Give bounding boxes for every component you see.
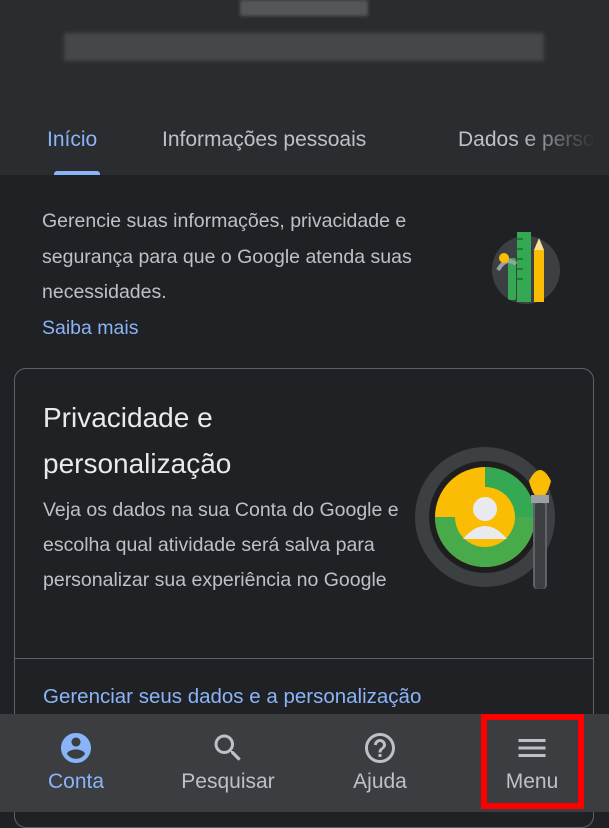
active-tab-indicator	[54, 171, 100, 175]
learn-more-link[interactable]: Saiba mais	[42, 317, 138, 339]
intro-description: Gerencie suas informações, privacidade e…	[42, 210, 412, 303]
search-icon	[214, 734, 241, 761]
tools-illustration-icon	[492, 232, 560, 304]
intro-section: Gerencie suas informações, privacidade e…	[42, 204, 442, 346]
menu-icon	[518, 739, 546, 757]
tab-bar: Início Informações pessoais Dados e pers…	[0, 118, 609, 175]
tab-informacoes-pessoais[interactable]: Informações pessoais	[162, 128, 366, 152]
redacted-account-name	[240, 0, 368, 16]
nav-pesquisar[interactable]: Pesquisar	[168, 714, 288, 812]
card-description: Veja os dados na sua Conta do Google e e…	[43, 499, 399, 591]
privacy-personalization-illustration-icon	[415, 447, 555, 589]
card-divider	[15, 658, 593, 659]
nav-menu[interactable]: Menu	[472, 714, 592, 812]
nav-label-conta: Conta	[47, 770, 105, 793]
nav-label-pesquisar: Pesquisar	[181, 770, 275, 793]
nav-label-menu: Menu	[505, 770, 559, 793]
tab-dados-e-personalizacao[interactable]: Dados e personalização	[458, 128, 609, 152]
manage-data-link[interactable]: Gerenciar seus dados e a personalização	[43, 685, 421, 709]
tab-inicio[interactable]: Início	[47, 128, 97, 152]
redacted-account-email	[64, 33, 544, 61]
nav-ajuda[interactable]: Ajuda	[320, 714, 440, 812]
card-title: Privacidade e personalização	[43, 402, 232, 479]
nav-label-ajuda: Ajuda	[353, 770, 407, 793]
help-icon	[365, 733, 395, 763]
account-header: Início Informações pessoais Dados e pers…	[0, 0, 609, 175]
nav-conta[interactable]: Conta	[16, 714, 136, 812]
bottom-navigation: Conta Pesquisar Ajuda Menu	[0, 714, 609, 812]
account-circle-icon	[61, 733, 91, 763]
